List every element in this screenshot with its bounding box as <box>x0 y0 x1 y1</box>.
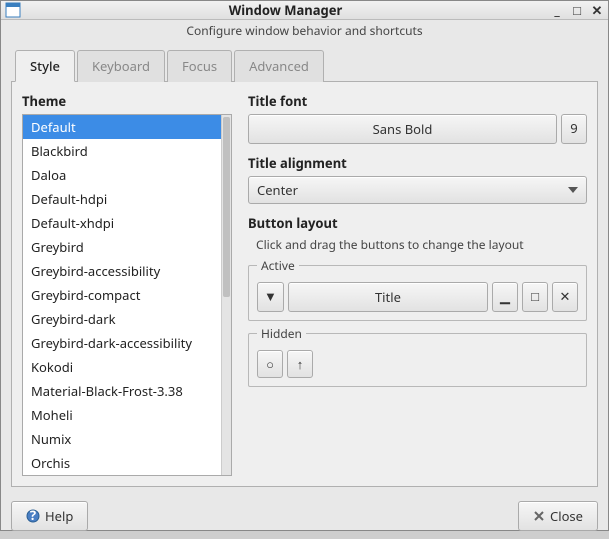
theme-item[interactable]: Greybird-dark-accessibility <box>23 331 231 355</box>
title-font-label: Title font <box>248 92 587 110</box>
font-size-button[interactable]: 9 <box>561 114 587 144</box>
tab-style[interactable]: Style <box>15 50 75 82</box>
theme-item[interactable]: Blackbird <box>23 139 231 163</box>
font-name-button[interactable]: Sans Bold <box>248 114 557 144</box>
theme-item[interactable]: Moheli <box>23 403 231 427</box>
title-alignment-dropdown[interactable]: Center <box>248 176 587 204</box>
tab-keyboard[interactable]: Keyboard <box>77 50 165 82</box>
app-icon <box>5 2 21 18</box>
stick-button[interactable]: ↑ <box>287 350 313 378</box>
help-button[interactable]: ? Help <box>11 501 88 531</box>
title-alignment-value: Center <box>257 181 568 199</box>
active-group: Active ▼ Title ▁ □ <box>248 257 587 321</box>
theme-item[interactable]: Greybird-compact <box>23 283 231 307</box>
menu-button[interactable]: ▼ <box>257 282 284 312</box>
title-drag-button[interactable]: Title <box>288 282 488 312</box>
maximize-glyph-icon: □ <box>531 287 539 305</box>
theme-item[interactable]: Default-xhdpi <box>23 211 231 235</box>
arrow-up-icon: ↑ <box>297 355 304 373</box>
theme-item[interactable]: Greybird-dark <box>23 307 231 331</box>
active-legend: Active <box>257 257 299 274</box>
hidden-group: Hidden ○ ↑ <box>248 325 587 387</box>
theme-item[interactable]: Default-hdpi <box>23 187 231 211</box>
theme-item[interactable]: Daloa <box>23 163 231 187</box>
close-label: Close <box>550 507 583 525</box>
button-layout-hint: Click and drag the buttons to change the… <box>256 236 587 253</box>
theme-item[interactable]: Default <box>23 115 231 139</box>
scrollbar-thumb[interactable] <box>223 117 230 297</box>
close-dialog-button[interactable]: Close <box>518 501 598 531</box>
tabs: Style Keyboard Focus Advanced <box>11 49 598 82</box>
titlebar[interactable]: Window Manager _ □ ✕ <box>1 1 608 20</box>
minimize-glyph-icon: ▁ <box>500 287 510 305</box>
dialog-footer: ? Help Close <box>1 493 608 539</box>
minimize-button[interactable]: ▁ <box>492 282 518 312</box>
minimize-icon[interactable]: _ <box>550 1 564 19</box>
maximize-icon[interactable]: □ <box>570 1 584 19</box>
window-title: Window Manager <box>27 1 544 19</box>
svg-text:?: ? <box>30 509 36 523</box>
close-button[interactable]: ✕ <box>552 282 578 312</box>
close-glyph-icon: ✕ <box>560 287 571 305</box>
chevron-down-icon <box>568 187 578 193</box>
theme-item[interactable]: Greybird-accessibility <box>23 259 231 283</box>
maximize-button[interactable]: □ <box>522 282 548 312</box>
theme-title: Theme <box>22 92 232 110</box>
help-icon: ? <box>26 509 40 523</box>
theme-item[interactable]: Numix <box>23 427 231 451</box>
theme-list[interactable]: DefaultBlackbirdDaloaDefault-hdpiDefault… <box>22 114 232 476</box>
close-x-icon <box>533 510 545 522</box>
close-icon[interactable]: ✕ <box>590 1 604 19</box>
menu-triangle-icon: ▼ <box>264 287 277 305</box>
help-label: Help <box>45 507 73 525</box>
window-manager-dialog: Window Manager _ □ ✕ Configure window be… <box>0 0 609 531</box>
style-panel: Theme DefaultBlackbirdDaloaDefault-hdpiD… <box>11 82 598 487</box>
shade-button[interactable]: ○ <box>257 350 283 378</box>
theme-item[interactable]: Orchis <box>23 451 231 475</box>
circle-icon: ○ <box>266 355 274 373</box>
scrollbar[interactable] <box>221 115 231 475</box>
title-alignment-label: Title alignment <box>248 154 587 172</box>
button-layout-label: Button layout <box>248 214 587 232</box>
tab-advanced[interactable]: Advanced <box>234 50 324 82</box>
theme-item[interactable]: Greybird <box>23 235 231 259</box>
tab-focus[interactable]: Focus <box>167 50 232 82</box>
window-subtitle: Configure window behavior and shortcuts <box>1 20 608 45</box>
theme-item[interactable]: Kokodi <box>23 355 231 379</box>
theme-item[interactable]: Material-Black-Frost-3.38 <box>23 379 231 403</box>
hidden-legend: Hidden <box>257 325 306 342</box>
